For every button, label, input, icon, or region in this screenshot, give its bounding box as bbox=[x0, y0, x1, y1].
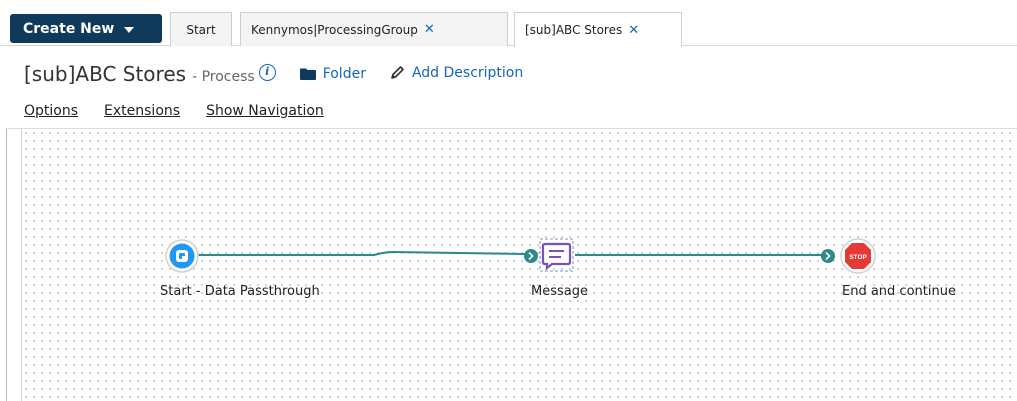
stop-badge-text: STOP bbox=[849, 254, 867, 261]
start-node-label: Start - Data Passthrough bbox=[160, 284, 320, 299]
tab-label: Start bbox=[186, 22, 216, 37]
tab-label: Kennymos|ProcessingGroup bbox=[251, 22, 418, 37]
tab-bar: Create New Start Kennymos|ProcessingGrou… bbox=[0, 0, 1017, 47]
tab-sub-abc-stores[interactable]: [sub]ABC Stores ✕ bbox=[514, 12, 682, 47]
create-new-label: Create New bbox=[23, 20, 115, 37]
tab-start[interactable]: Start bbox=[170, 12, 232, 46]
message-node-label: Message bbox=[531, 284, 588, 299]
options-link[interactable]: Options bbox=[24, 103, 78, 119]
process-canvas[interactable]: STOP Start - Data Passthrough Message En… bbox=[21, 129, 1017, 401]
canvas-frame: STOP Start - Data Passthrough Message En… bbox=[6, 128, 1017, 401]
message-node[interactable] bbox=[524, 238, 574, 272]
end-node-label: End and continue bbox=[842, 284, 956, 299]
chevron-right-icon bbox=[524, 249, 538, 263]
add-description-label: Add Description bbox=[411, 64, 524, 81]
tab-kennymos-processinggroup[interactable]: Kennymos|ProcessingGroup ✕ bbox=[240, 12, 508, 46]
folder-button[interactable]: Folder bbox=[299, 66, 366, 82]
close-icon[interactable]: ✕ bbox=[628, 23, 639, 38]
add-description-button[interactable]: Add Description bbox=[390, 65, 523, 81]
extensions-link[interactable]: Extensions bbox=[104, 103, 180, 119]
start-node[interactable] bbox=[165, 239, 199, 273]
info-icon[interactable]: i bbox=[258, 64, 276, 81]
folder-label: Folder bbox=[322, 66, 366, 82]
close-icon[interactable]: ✕ bbox=[424, 22, 435, 37]
page-subtitle: - Process bbox=[192, 69, 255, 85]
chevron-right-icon bbox=[821, 249, 835, 263]
show-navigation-link[interactable]: Show Navigation bbox=[206, 103, 324, 119]
message-icon bbox=[541, 242, 572, 271]
start-connector-icon bbox=[176, 250, 188, 262]
options-bar: Options Extensions Show Navigation bbox=[24, 103, 324, 119]
end-node[interactable]: STOP bbox=[821, 238, 876, 274]
folder-icon bbox=[299, 68, 316, 80]
caret-down-icon bbox=[124, 26, 135, 33]
tab-label: [sub]ABC Stores bbox=[525, 23, 623, 37]
page-title: [sub]ABC Stores bbox=[24, 62, 187, 86]
page-header: [sub]ABC Stores - Process i Folder Add D… bbox=[24, 62, 523, 90]
connector-start-to-message[interactable] bbox=[197, 250, 526, 256]
create-new-button[interactable]: Create New bbox=[10, 14, 162, 43]
pencil-icon bbox=[391, 66, 404, 79]
process-flow: STOP bbox=[165, 238, 876, 274]
